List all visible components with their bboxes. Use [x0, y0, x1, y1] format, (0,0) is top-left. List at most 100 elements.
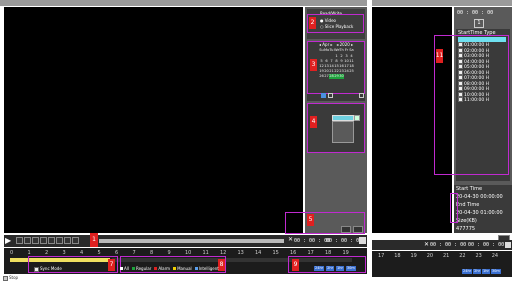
timeline-tick: 22 [459, 253, 466, 259]
tag-1: 1 [90, 233, 98, 247]
legend-item[interactable]: Alarm [154, 266, 170, 271]
legend-swatch [120, 267, 123, 270]
next-year-icon[interactable]: ▸ [351, 42, 353, 47]
calendar-month[interactable]: Apr [322, 42, 329, 47]
file-list-row[interactable]: 11:00:00 H [458, 97, 508, 103]
timeline[interactable]: 0 1 2 3 4 5 6 7 8 9 10 11 12 13 14 15 16 17 18 19 7 8 9 Syn… [4, 248, 367, 274]
right-close-icon[interactable]: ✕ [424, 241, 429, 248]
legend-label: Regular [135, 266, 152, 271]
zoom-button[interactable]: 24hr [462, 269, 473, 274]
file-type: H [484, 98, 490, 103]
highlight-frame-10 [450, 193, 458, 223]
next-month-icon[interactable]: ▸ [331, 42, 333, 47]
top-strip [0, 0, 367, 6]
slow-button[interactable] [32, 237, 39, 244]
tag-5: 5 [307, 214, 314, 226]
sidebar: Read/Write ● Video ○ Slice Playback 2 ◂ … [285, 7, 367, 234]
calendar-day [349, 74, 354, 79]
right-time-from[interactable]: 00 : 00 : 00 [430, 242, 466, 248]
end-time-value: 20-04-30 01:00:00 [456, 210, 503, 216]
right-zoom-buttons: 24hr 2hr 1hr 30m [462, 269, 501, 274]
calendar-tool-icon[interactable] [321, 93, 326, 98]
right-time-to[interactable]: 00 : 00 : 00 [468, 242, 504, 248]
timeline-tick: 24 [491, 253, 499, 259]
stop-button[interactable] [16, 237, 23, 244]
zoom-button[interactable]: 1hr [336, 266, 344, 271]
video-display[interactable] [4, 7, 303, 233]
channel-dropdown-arrow[interactable] [354, 115, 360, 121]
progress-track[interactable] [99, 239, 284, 243]
file-checkbox[interactable] [458, 69, 463, 75]
previous-file-button[interactable] [64, 237, 71, 244]
stop-checkbox[interactable]: Stop [3, 275, 18, 281]
file-checkbox[interactable] [458, 75, 463, 80]
right-time-top: 00 : 00 : 00 [457, 10, 494, 16]
clip-button[interactable] [341, 226, 351, 233]
zoom-button[interactable]: 2hr [326, 266, 335, 271]
prev-month-icon[interactable]: ◂ [319, 42, 321, 47]
timeline-tick: 0 [10, 250, 14, 256]
fast-button[interactable] [40, 237, 47, 244]
zoom-button[interactable]: 30m [490, 269, 501, 274]
file-info-box: Start Time 20-04-30 00:00:00 End Time 20… [450, 185, 512, 233]
right-timeline-ticks: 17 18 19 20 21 22 23 24 [378, 253, 508, 259]
calendar-days: 1 2 3 4 5 6 7 8 9 10 11 12 13 14 15 16 17 18 19 20 21 22 23 24 2… [319, 54, 354, 79]
tag-7: 7 [108, 259, 115, 271]
file-checkbox[interactable] [458, 80, 463, 86]
file-checkbox[interactable] [458, 53, 463, 58]
calendar-edit-icon[interactable] [359, 93, 364, 98]
legend-label: Intelligent [198, 266, 219, 271]
file-checkbox[interactable] [458, 42, 463, 47]
start-time-value: 20-04-30 00:00:00 [456, 194, 503, 200]
file-checkbox[interactable] [458, 91, 463, 97]
close-icon[interactable]: ✕ [288, 236, 293, 243]
right-time-search-icon[interactable] [505, 242, 511, 248]
end-time-label: End Time [456, 202, 480, 208]
file-checkbox[interactable] [458, 86, 463, 91]
zoom-buttons: 24hr 2hr 1hr 30m [314, 266, 356, 271]
timeline-tick: 15 [272, 250, 279, 256]
calendar-weekday: Sa [349, 48, 354, 52]
legend-item[interactable]: Regular [131, 266, 152, 271]
read-write-box: Read/Write ● Video ○ Slice Playback 2 [307, 9, 365, 39]
time-search-icon[interactable] [359, 237, 366, 244]
step-back-button[interactable] [48, 237, 55, 244]
legend-swatch [173, 267, 177, 270]
calendar-refresh-icon[interactable] [328, 93, 333, 98]
legend-item[interactable]: Intelligent [194, 266, 219, 271]
zoom-button[interactable]: 2hr [473, 269, 482, 274]
control-bar: ▶ 1 00 : 00 : 00 00 : 00 : 00 ✕ [4, 233, 367, 247]
legend-item[interactable]: All [120, 266, 129, 271]
calendar-header: ◂ Apr ▸ ◂ 2020 ▸ [319, 42, 353, 47]
zoom-button[interactable]: 1hr [482, 269, 490, 274]
file-checkbox[interactable] [458, 97, 463, 102]
file-checkbox[interactable] [458, 58, 463, 64]
time-from[interactable]: 00 : 00 : 00 [294, 238, 330, 244]
prev-year-icon[interactable]: ◂ [336, 42, 338, 47]
timeline-tick: 20 [426, 253, 434, 259]
right-sidebar: 00 : 00 : 00 1 StartTime Type 11 01:00:0… [434, 7, 512, 241]
legend-swatch [194, 267, 198, 270]
right-timeline[interactable]: 17 18 19 20 21 22 23 24 24hr 2hr 1hr 30m [372, 251, 512, 277]
sync-mode-label: Sync Mode [40, 266, 62, 271]
right-control-bar: ✕ 00 : 00 : 00 00 : 00 : 00 [372, 240, 512, 250]
sync-mode-checkbox[interactable]: Sync Mode [34, 266, 62, 272]
zoom-button[interactable]: 30m [345, 266, 356, 271]
right-box-top[interactable]: 1 [474, 19, 484, 28]
next-file-button[interactable] [72, 237, 79, 244]
step-forward-button[interactable] [56, 237, 63, 244]
file-checkbox[interactable] [458, 64, 463, 69]
rewind-button[interactable] [24, 237, 31, 244]
legend-item[interactable]: Manual [173, 266, 192, 271]
right-top-strip [372, 0, 512, 6]
file-checkbox[interactable] [458, 47, 463, 53]
zoom-button[interactable]: 24hr [314, 266, 325, 271]
backup-button[interactable] [353, 226, 363, 233]
calendar-year[interactable]: 2020 [340, 42, 350, 47]
left-playback-window: Read/Write ● Video ○ Slice Playback 2 ◂ … [0, 0, 367, 281]
tag-8: 8 [218, 259, 225, 271]
timeline-tick: 13 [237, 250, 244, 256]
channel-dropdown-list[interactable] [332, 121, 354, 143]
time-to[interactable]: 00 : 00 : 00 [326, 238, 362, 244]
play-icon[interactable]: ▶ [5, 236, 15, 246]
